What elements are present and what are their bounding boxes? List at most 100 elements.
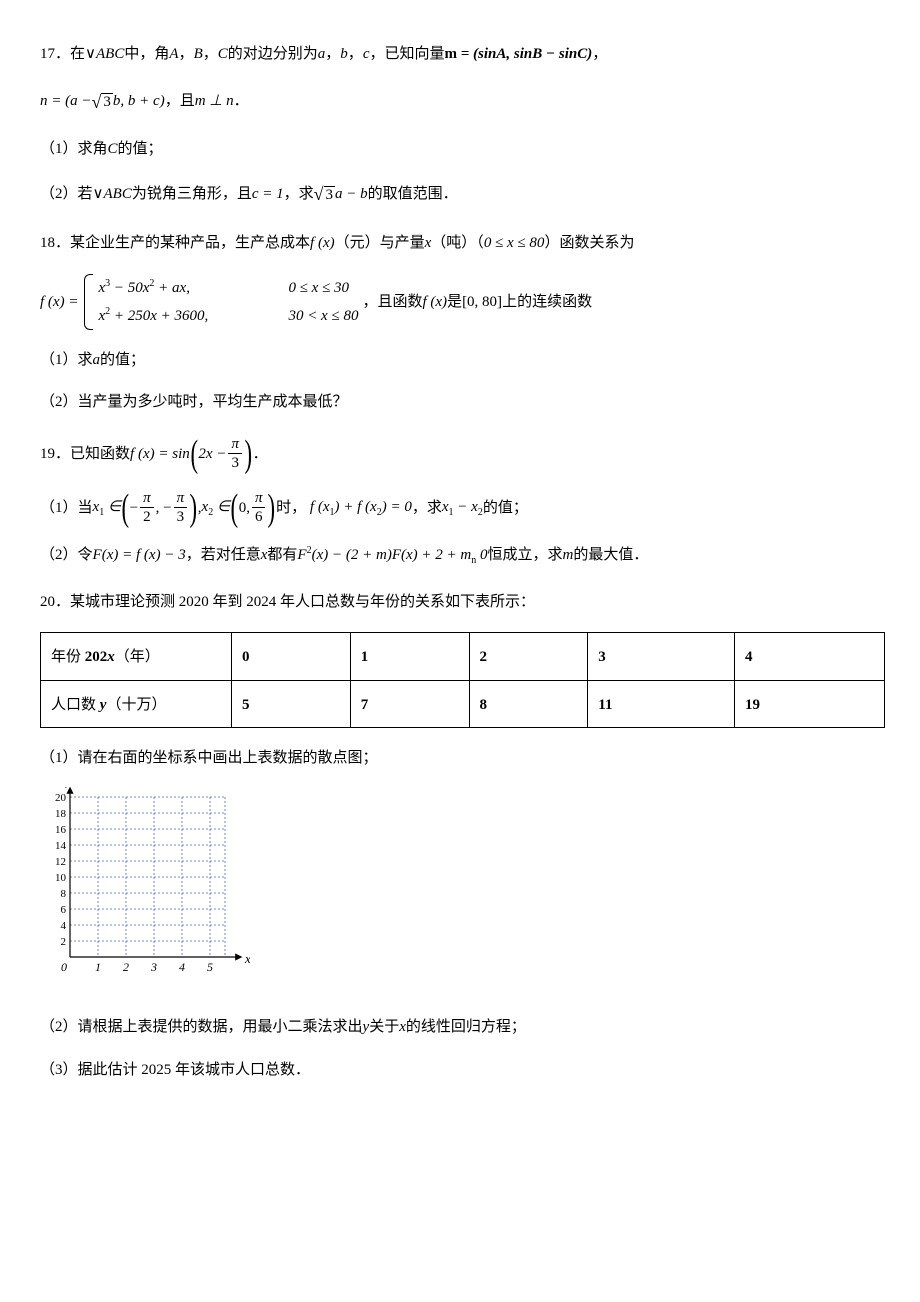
a-minus-b: a − b: [335, 180, 368, 209]
pop-cell: 19: [734, 680, 884, 728]
left-paren-icon: (: [231, 489, 239, 527]
piecewise-brace: x3 − 50x2 + ax, 0 ≤ x ≤ 30 x2 + 250x + 3…: [82, 274, 358, 330]
x: x: [261, 541, 268, 570]
neg: −: [130, 494, 138, 523]
text: ，且: [165, 87, 195, 116]
ytick: 6: [61, 904, 67, 916]
year-cell: 0: [232, 633, 351, 681]
tail: 的取值范围．: [368, 180, 458, 209]
text: （1）请在右面的坐标系中画出上表数据的散点图；: [40, 744, 378, 773]
q17-sub1: （1）求角 C 的值；: [40, 135, 880, 164]
tail: 的值；: [100, 346, 145, 375]
q20-sub2: （2）请根据上表提供的数据，用最小二乘法求出 y 关于 x 的线性回归方程；: [40, 1013, 880, 1042]
Fx: F(x) = f (x) − 3: [93, 541, 186, 570]
q18-num: 18．: [40, 229, 70, 258]
pi-over-2: π 2: [140, 489, 154, 526]
interval: [0, 80]: [462, 288, 502, 317]
scatter-grid: 2 4 6 8 10 12 14 16 18 20 0 1 2 3: [40, 787, 880, 998]
when: 时，: [276, 494, 306, 523]
label: （2）令: [40, 541, 93, 570]
ytick: 10: [55, 872, 67, 884]
tail: 的最大值．: [573, 541, 648, 570]
text: 某企业生产的某种产品，生产总成本: [70, 229, 310, 258]
tail: 的值；: [483, 494, 528, 523]
q20-num: 20．: [40, 588, 70, 617]
vector-m: m = (sinA, sinB − sinC): [445, 40, 593, 69]
text: （元）与产量: [335, 229, 425, 258]
text: 恒成立，求: [488, 541, 563, 570]
table-row-year: 年份 202x（年） 0 1 2 3 4: [41, 633, 885, 681]
period: ．: [253, 440, 268, 469]
ytick: 4: [61, 920, 67, 932]
comma-neg: , −: [156, 494, 172, 523]
question-17: 17． 在 ∨ ABC 中，角 A ， B ， C 的对边分别为 a ， b ，…: [40, 40, 880, 211]
c: c: [363, 40, 370, 69]
diff: x1 − x2: [442, 493, 483, 522]
q20-sub1: （1）请在右面的坐标系中画出上表数据的散点图；: [40, 744, 880, 773]
pi-over-3: π 3: [228, 435, 242, 472]
text: 为锐角三角形，且: [132, 180, 252, 209]
xtick: 3: [150, 960, 157, 974]
q17-sub2: （2）若 ∨ ABC 为锐角三角形，且 c = 1 ，求 √3 a − b 的取…: [40, 177, 880, 211]
text: ）函数关系为: [544, 229, 634, 258]
q17-stem: 17． 在 ∨ ABC 中，角 A ， B ， C 的对边分别为 a ， b ，…: [40, 40, 880, 69]
sqrt-3: √3: [314, 177, 335, 211]
ytick: 2: [61, 936, 67, 948]
text: （2）请根据上表提供的数据，用最小二乘法求出: [40, 1013, 363, 1042]
c-eq-1: c = 1: [252, 180, 284, 209]
label: （1）当: [40, 494, 93, 523]
q20-stem: 20． 某城市理论预测 2020 年到 2024 年人口总数与年份的关系如下表所…: [40, 588, 880, 617]
xtick: 5: [207, 960, 213, 974]
text: 的对边分别为: [228, 40, 318, 69]
xtick: 1: [95, 960, 101, 974]
right-paren-icon: ): [245, 435, 253, 473]
text: 中，角: [124, 40, 169, 69]
arg: 2x −: [198, 440, 226, 469]
q20-sub3: （3）据此估计 2025 年该城市人口总数．: [40, 1056, 880, 1085]
text: 在: [70, 40, 85, 69]
q19-num: 19．: [40, 440, 70, 469]
m-perp-n: m ⊥ n: [195, 87, 234, 116]
q18-stem: 18． 某企业生产的某种产品，生产总成本 f (x) （元）与产量 x （吨）（…: [40, 229, 880, 258]
text: 某城市理论预测 2020 年到 2024 年人口总数与年份的关系如下表所示：: [70, 588, 535, 617]
xlabel: x: [244, 951, 250, 966]
grid-svg: 2 4 6 8 10 12 14 16 18 20 0 1 2 3: [40, 787, 250, 987]
year-cell: 3: [588, 633, 735, 681]
label: （1）求角: [40, 135, 108, 164]
ytick: 16: [55, 824, 67, 836]
fx: f (x): [310, 229, 335, 258]
text: 上的连续函数: [502, 288, 592, 317]
find: ，求: [412, 494, 442, 523]
row-header-pop: 人口数 y（十万）: [41, 680, 232, 728]
B: B: [194, 40, 203, 69]
vector-n-tail: b, b + c): [113, 87, 165, 116]
q17-num: 17．: [40, 40, 70, 69]
fx: f (x): [422, 288, 447, 317]
vector-n: n = (a −: [40, 87, 92, 116]
ytick: 18: [55, 808, 67, 820]
fx-sin: f (x) = sin: [130, 440, 190, 469]
year-cell: 4: [734, 633, 884, 681]
x1-in: x1 ∈: [93, 493, 122, 522]
sqrt-3: √3: [92, 85, 113, 119]
q18-sub1: （1）求 a 的值；: [40, 346, 880, 375]
q19-sub1: （1）当 x1 ∈ ( − π 2 , − π 3 ) , x2 ∈ ( 0, …: [40, 489, 880, 527]
pi-over-3: π 3: [174, 489, 188, 526]
pop-cell: 11: [588, 680, 735, 728]
right-paren-icon: ): [190, 489, 198, 527]
ineq: F2(x) − (2 + m)F(x) + 2 + mn 0: [297, 541, 487, 570]
m: m: [563, 541, 574, 570]
comma: ，: [592, 40, 607, 69]
tail: 的值；: [118, 135, 163, 164]
ylabel: y: [64, 787, 72, 788]
comma: ，: [348, 40, 363, 69]
b: b: [340, 40, 348, 69]
q17-stem-2: n = (a − √3 b, b + c) ，且 m ⊥ n ．: [40, 85, 880, 119]
a: a: [318, 40, 326, 69]
text: ，且函数: [362, 288, 422, 317]
piece2-cond: 30 < x ≤ 80: [288, 304, 358, 328]
x: x: [425, 229, 432, 258]
left-paren-icon: (: [122, 489, 130, 527]
ytick: 12: [55, 856, 66, 868]
table-row-pop: 人口数 y（十万） 5 7 8 11 19: [41, 680, 885, 728]
